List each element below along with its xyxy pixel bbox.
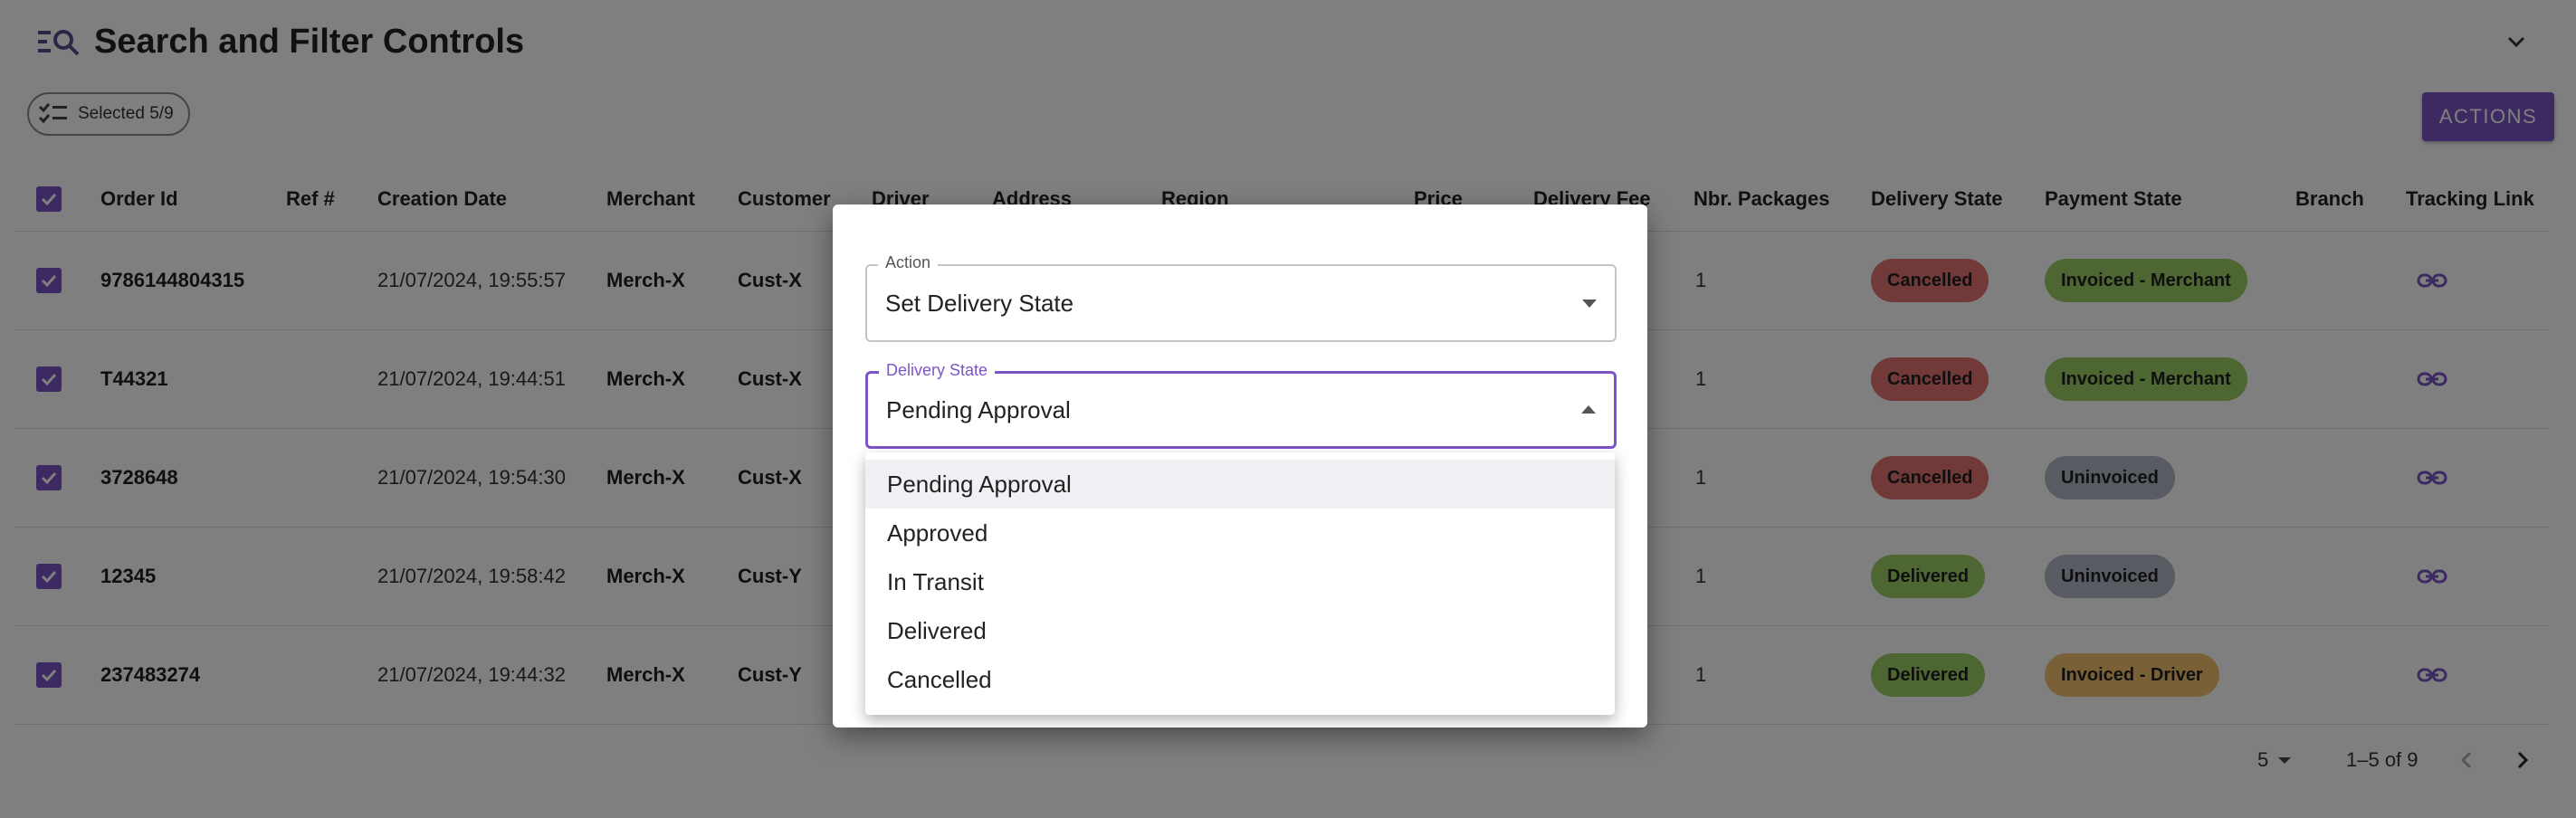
action-value: Set Delivery State — [885, 289, 1074, 317]
option-delivered[interactable]: Delivered — [865, 606, 1615, 655]
delivery-state-value: Pending Approval — [886, 395, 1071, 423]
caret-up-icon — [1581, 405, 1596, 414]
option-approved[interactable]: Approved — [865, 509, 1615, 557]
option-in-transit[interactable]: In Transit — [865, 557, 1615, 606]
action-select[interactable]: Action Set Delivery State — [865, 253, 1617, 342]
option-pending-approval[interactable]: Pending Approval — [865, 460, 1615, 509]
option-cancelled[interactable]: Cancelled — [865, 655, 1615, 704]
orders-page: Search and Filter Controls Selected 5/9 … — [0, 0, 2576, 818]
caret-down-icon — [1582, 300, 1597, 308]
delivery-state-label: Delivery State — [879, 361, 996, 380]
action-label: Action — [878, 253, 939, 272]
delivery-state-select[interactable]: Delivery State Pending Approval — [865, 361, 1617, 449]
delivery-state-options: Pending Approval Approved In Transit Del… — [865, 452, 1615, 715]
